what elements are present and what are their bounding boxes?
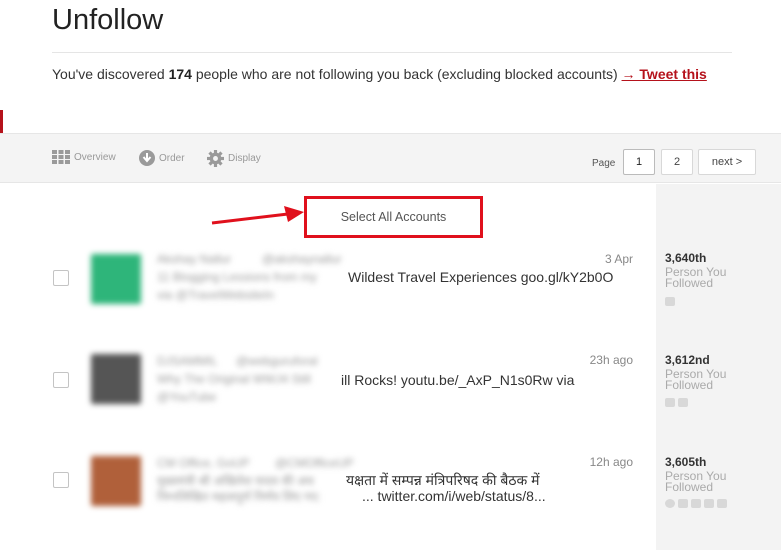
- tweet-text-blurred: via @TravelWebsiteIn: [157, 288, 274, 302]
- tweet-text: ill Rocks! youtu.be/_AxP_N1s0Rw via: [341, 372, 575, 388]
- avatar[interactable]: [91, 254, 141, 304]
- account-checkbox[interactable]: [53, 372, 69, 388]
- page-2-button[interactable]: 2: [661, 149, 693, 175]
- overview-button[interactable]: Overview: [52, 150, 116, 164]
- account-checkbox[interactable]: [53, 472, 69, 488]
- arrow-down-icon[interactable]: [717, 499, 727, 508]
- follow-rank: 3,612nd: [665, 353, 710, 367]
- tweet-text-blurred: @YouTube: [157, 390, 217, 404]
- account-name[interactable]: DJSAMMIL: [157, 354, 218, 368]
- avatar[interactable]: [91, 456, 141, 506]
- avatar[interactable]: [91, 354, 141, 404]
- display-button[interactable]: Display: [207, 150, 261, 167]
- account-handle: @webguruforal: [236, 354, 318, 368]
- order-label: Order: [159, 152, 185, 164]
- trophy-icon[interactable]: [678, 499, 688, 508]
- action-icons: [665, 499, 727, 508]
- tweet-this-link[interactable]: → Tweet this: [622, 66, 707, 82]
- tweet-text-blurred: निम्नलिखित महत्वपूर्ण निर्णय लिए गए:: [157, 490, 321, 504]
- thumbs-down-icon[interactable]: [665, 297, 675, 306]
- order-button[interactable]: Order: [139, 150, 185, 166]
- tweet-text: Wildest Travel Experiences goo.gl/kY2b0O: [348, 269, 614, 285]
- tweet-text-blurred: Why The Original WWJ4 Still: [157, 372, 311, 386]
- action-icons: [665, 297, 675, 306]
- summary-text: You've discovered 174 people who are not…: [52, 63, 742, 85]
- account-name[interactable]: Akshay Nallur: [157, 252, 231, 266]
- page-1-button[interactable]: 1: [623, 149, 655, 175]
- tweet-text-continued: ... twitter.com/i/web/status/8...: [362, 488, 546, 504]
- thumbs-down-icon[interactable]: [691, 499, 701, 508]
- tweet-text-blurred: मुख्यमंत्री श्री अखिलेश यादव की अध: [157, 474, 314, 488]
- arrow-up-icon[interactable]: [678, 398, 688, 407]
- display-label: Display: [228, 153, 261, 164]
- arrow-up-icon[interactable]: [704, 499, 714, 508]
- account-handle: @CMOfficeUP: [275, 456, 354, 470]
- overview-label: Overview: [74, 151, 116, 163]
- page-title: Unfollow: [52, 4, 164, 36]
- page-label: Page: [592, 158, 616, 169]
- summary-suffix: people who are not following you back (e…: [191, 66, 622, 82]
- red-arrow-annotation: [211, 206, 304, 225]
- follow-rank-label: Person You Followed: [665, 367, 727, 392]
- gear-icon: [207, 150, 224, 167]
- follow-rank: 3,640th: [665, 251, 707, 265]
- follow-rank-label: Person You Followed: [665, 265, 727, 290]
- tweet-time: 23h ago: [589, 353, 633, 367]
- account-checkbox[interactable]: [53, 270, 69, 286]
- down-arrow-circle-icon: [139, 150, 155, 166]
- account-handle: @akshaynallur: [262, 252, 342, 266]
- tweet-text-blurred: 11 Blogging Lessions from my: [157, 270, 317, 284]
- tweet-time: 12h ago: [589, 455, 633, 469]
- tweet-time: 3 Apr: [604, 252, 633, 266]
- account-name[interactable]: CM Office, GoUP: [157, 456, 249, 470]
- grid-icon: [52, 150, 70, 164]
- select-all-accounts-button[interactable]: Select All Accounts: [304, 196, 483, 238]
- title-divider: [52, 52, 732, 53]
- action-icons: [665, 398, 688, 407]
- circle-icon[interactable]: [665, 499, 675, 508]
- summary-prefix: You've discovered: [52, 66, 169, 82]
- thumbs-down-icon[interactable]: [665, 398, 675, 407]
- follow-rank: 3,605th: [665, 455, 707, 469]
- next-page-button[interactable]: next >: [698, 149, 756, 175]
- follow-rank-label: Person You Followed: [665, 469, 727, 494]
- toolbar: Overview Order Display Page 1 2 next >: [0, 133, 781, 183]
- unfollower-count: 174: [168, 66, 192, 82]
